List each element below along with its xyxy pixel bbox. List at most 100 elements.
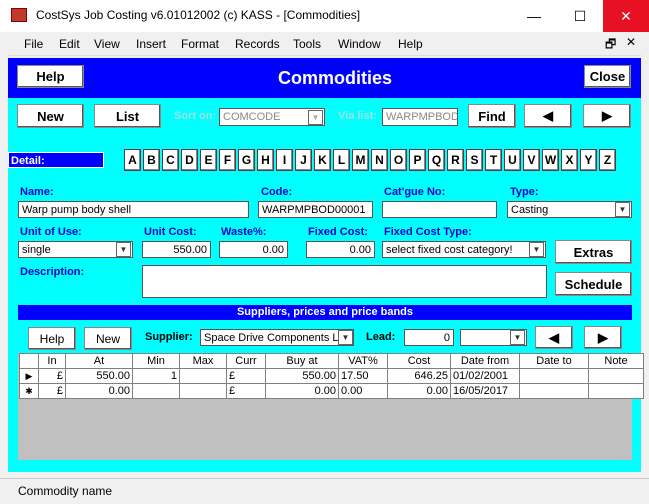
current-record-icon[interactable]: ▶	[19, 368, 39, 384]
letter-w-button[interactable]: W	[542, 149, 559, 171]
menu-edit[interactable]: Edit	[59, 37, 80, 51]
name-field[interactable]: Warp pump body shell	[18, 201, 249, 218]
menu-records[interactable]: Records	[235, 37, 280, 51]
letter-v-button[interactable]: V	[523, 149, 540, 171]
letter-z-button[interactable]: Z	[599, 149, 616, 171]
table-row[interactable]: ▶ £550.00 1 £550.00 17.50 646.25 01/02/2001	[19, 368, 644, 384]
letter-f-button[interactable]: F	[219, 149, 236, 171]
minimize-button[interactable]: —	[511, 0, 557, 32]
column-header[interactable]: In	[38, 353, 66, 369]
suppliers-prev-button[interactable]: ◀	[535, 326, 573, 349]
grid-cell-note[interactable]	[588, 368, 644, 384]
lead-field[interactable]: 0	[404, 329, 454, 346]
column-header[interactable]: At	[65, 353, 133, 369]
grid-cell-buy[interactable]: 550.00	[265, 368, 339, 384]
menu-tools[interactable]: Tools	[293, 37, 321, 51]
letter-j-button[interactable]: J	[295, 149, 312, 171]
column-header[interactable]: Date from	[450, 353, 520, 369]
grid-cell-at[interactable]: 550.00	[65, 368, 133, 384]
previous-record-button[interactable]: ◀	[524, 104, 572, 128]
letter-b-button[interactable]: B	[143, 149, 160, 171]
chevron-down-icon[interactable]: ▼	[116, 242, 131, 257]
column-header[interactable]: Date to	[519, 353, 589, 369]
grid-cell-min[interactable]	[132, 383, 180, 399]
suppliers-help-button[interactable]: Help	[28, 327, 76, 350]
letter-q-button[interactable]: Q	[428, 149, 445, 171]
grid-cell-curr[interactable]: £	[226, 383, 266, 399]
menu-format[interactable]: Format	[181, 37, 219, 51]
menu-view[interactable]: View	[94, 37, 120, 51]
menu-window[interactable]: Window	[338, 37, 381, 51]
via-list-field[interactable]: WARPMPBOD	[382, 108, 458, 126]
unit-cost-field[interactable]: 550.00	[142, 241, 211, 258]
next-record-button[interactable]: ▶	[583, 104, 631, 128]
description-field[interactable]	[142, 265, 547, 298]
letter-e-button[interactable]: E	[200, 149, 217, 171]
column-header[interactable]: Buy at	[265, 353, 339, 369]
help-button[interactable]: Help	[17, 65, 84, 88]
grid-cell-to[interactable]	[519, 368, 589, 384]
waste-field[interactable]: 0.00	[219, 241, 288, 258]
grid-cell-at[interactable]: 0.00	[65, 383, 133, 399]
chevron-down-icon[interactable]: ▼	[338, 330, 353, 345]
close-window-button[interactable]: ✕	[603, 0, 649, 32]
close-button[interactable]: Close	[584, 65, 631, 88]
chevron-down-icon[interactable]: ▼	[529, 242, 544, 257]
extras-button[interactable]: Extras	[555, 240, 632, 264]
grid-cell-cost[interactable]: 646.25	[387, 368, 451, 384]
grid-cell-in[interactable]: £	[38, 383, 66, 399]
letter-y-button[interactable]: Y	[580, 149, 597, 171]
letter-g-button[interactable]: G	[238, 149, 255, 171]
menu-help[interactable]: Help	[398, 37, 423, 51]
menu-insert[interactable]: Insert	[136, 37, 166, 51]
close-child-icon[interactable]: ✕	[626, 35, 636, 49]
suppliers-new-button[interactable]: New	[84, 327, 132, 350]
grid-cell-vat[interactable]: 17.50	[338, 368, 388, 384]
column-header[interactable]: Note	[588, 353, 644, 369]
chevron-down-icon[interactable]: ▼	[308, 110, 323, 125]
column-header[interactable]: Min	[132, 353, 180, 369]
letter-p-button[interactable]: P	[409, 149, 426, 171]
supplier-select[interactable]: Space Drive Components Lt	[200, 329, 354, 346]
chevron-down-icon[interactable]: ▼	[510, 330, 525, 345]
restore-icon[interactable]: 🗗	[605, 35, 616, 56]
letter-r-button[interactable]: R	[447, 149, 464, 171]
table-row[interactable]: ✱ £0.00 £0.00 0.00 0.00 16/05/2017	[19, 383, 644, 399]
grid-cell-min[interactable]: 1	[132, 368, 180, 384]
grid-cell-cost[interactable]: 0.00	[387, 383, 451, 399]
grid-cell-max[interactable]	[179, 368, 227, 384]
grid-cell-from[interactable]: 16/05/2017	[450, 383, 520, 399]
suppliers-next-button[interactable]: ▶	[584, 326, 622, 349]
letter-n-button[interactable]: N	[371, 149, 388, 171]
letter-o-button[interactable]: O	[390, 149, 407, 171]
letter-l-button[interactable]: L	[333, 149, 350, 171]
grid-cell-buy[interactable]: 0.00	[265, 383, 339, 399]
letter-h-button[interactable]: H	[257, 149, 274, 171]
letter-t-button[interactable]: T	[485, 149, 502, 171]
grid-cell-curr[interactable]: £	[226, 368, 266, 384]
chevron-down-icon[interactable]: ▼	[615, 202, 630, 217]
catalogue-field[interactable]	[382, 201, 497, 218]
fixed-cost-field[interactable]: 0.00	[306, 241, 375, 258]
list-button[interactable]: List	[94, 104, 161, 128]
maximize-button[interactable]: ☐	[557, 0, 603, 32]
type-select[interactable]: Casting	[507, 201, 632, 218]
letter-d-button[interactable]: D	[181, 149, 198, 171]
grid-cell-to[interactable]	[519, 383, 589, 399]
grid-cell-max[interactable]	[179, 383, 227, 399]
letter-s-button[interactable]: S	[466, 149, 483, 171]
schedule-button[interactable]: Schedule	[555, 272, 632, 296]
new-button[interactable]: New	[17, 104, 84, 128]
column-header[interactable]: Curr	[226, 353, 266, 369]
menu-file[interactable]: File	[24, 37, 43, 51]
letter-x-button[interactable]: X	[561, 149, 578, 171]
letter-m-button[interactable]: M	[352, 149, 369, 171]
fixed-cost-type-select[interactable]: select fixed cost category!	[382, 241, 546, 258]
new-record-icon[interactable]: ✱	[19, 383, 39, 399]
find-button[interactable]: Find	[468, 104, 516, 128]
grid-cell-note[interactable]	[588, 383, 644, 399]
letter-u-button[interactable]: U	[504, 149, 521, 171]
column-header[interactable]: Cost	[387, 353, 451, 369]
column-header[interactable]: Max	[179, 353, 227, 369]
letter-i-button[interactable]: I	[276, 149, 293, 171]
